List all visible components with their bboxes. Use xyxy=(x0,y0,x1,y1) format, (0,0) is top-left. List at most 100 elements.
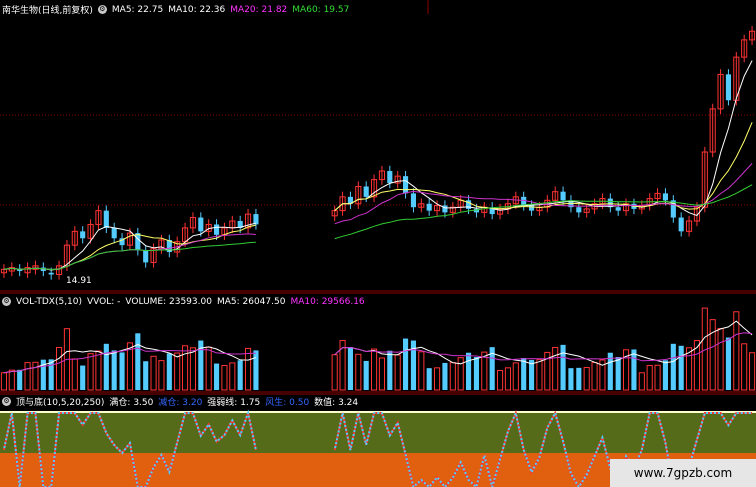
volume-bar xyxy=(654,364,661,391)
volume-bar xyxy=(48,359,54,390)
volume-bar xyxy=(56,346,63,391)
candle-down xyxy=(111,227,117,239)
vol-title: VOL-TDX(5,10) xyxy=(16,296,83,307)
volume-bar xyxy=(253,350,259,390)
candle-down xyxy=(560,191,566,201)
volume-bar xyxy=(552,346,559,391)
volume-bar xyxy=(355,353,362,391)
vvol-label: VVOL: - xyxy=(87,296,121,307)
volume-bar xyxy=(512,362,519,391)
ma20-line xyxy=(3,163,753,271)
full-position-label: 满仓: 3.50 xyxy=(109,398,154,408)
volume-bar xyxy=(733,311,740,391)
volume-bar xyxy=(466,352,472,390)
candle-down xyxy=(615,207,621,211)
volume-bar xyxy=(387,350,393,390)
volume-bar xyxy=(686,347,693,391)
volume-panel-header: ⚙ VOL-TDX(5,10) VVOL: - VOLUME: 23593.00… xyxy=(2,295,370,308)
ma5-line xyxy=(3,60,753,271)
ma10-label: MA10: 22.36 xyxy=(168,4,226,15)
volume-bar xyxy=(8,369,15,391)
ma60-line xyxy=(3,184,753,271)
volume-bar xyxy=(24,362,31,391)
volume-bar xyxy=(205,346,212,391)
volume-bar xyxy=(536,359,543,391)
volume-bar xyxy=(143,361,149,390)
settings-gear-icon[interactable]: ⚙ xyxy=(2,297,11,306)
volume-bar xyxy=(80,365,86,390)
volume-bar xyxy=(103,343,109,390)
candle-down xyxy=(135,233,141,251)
volume-bar xyxy=(615,357,621,390)
volume-bar xyxy=(576,367,582,390)
candle-down xyxy=(678,217,684,232)
ma10-line xyxy=(3,122,753,271)
volume-bar xyxy=(135,333,141,390)
indicator-title: 顶与底(10,5,20,250) xyxy=(16,398,105,408)
candle-down xyxy=(529,205,535,211)
volume-bar xyxy=(678,345,684,390)
volume-bar xyxy=(174,352,181,391)
main-panel-header: 南华生物(日线,前复权) ⚙ MA5: 22.75 MA10: 22.36 MA… xyxy=(2,3,354,17)
volume-bar xyxy=(449,362,456,391)
volume-bar xyxy=(87,353,94,391)
volume-bar xyxy=(529,359,535,390)
volume-bar xyxy=(331,354,338,391)
ma20-label: MA20: 21.82 xyxy=(230,4,288,15)
volume-bar xyxy=(158,360,165,391)
volume-bar xyxy=(568,368,574,390)
ma5-label: MA5: 22.75 xyxy=(111,4,164,15)
volume-bar xyxy=(670,343,676,390)
chart-canvas[interactable]: 14.91 xyxy=(0,0,756,487)
vol-ma10-label: MA10: 29566.16 xyxy=(290,296,365,307)
volume-bar xyxy=(457,357,464,391)
candle-down xyxy=(103,210,109,228)
volume-bar xyxy=(214,363,220,390)
volume-bar xyxy=(237,360,243,390)
indicator-panel-header: ⚙ 顶与底(10,5,20,250) 满仓: 3.50 减仓: 3.20 强弱线… xyxy=(2,395,363,408)
volume-bar xyxy=(638,372,645,391)
volume-bar xyxy=(473,357,479,390)
volume-bar xyxy=(347,347,353,390)
candle-down xyxy=(576,207,582,213)
candle-down xyxy=(725,74,731,101)
vol-ma5-label: MA5: 26047.50 xyxy=(216,296,286,307)
volume-bar xyxy=(150,355,157,391)
price-panel[interactable] xyxy=(0,26,756,280)
volume-bar xyxy=(521,357,527,390)
volume-panel[interactable] xyxy=(0,307,756,391)
reduce-position-label: 减仓: 3.20 xyxy=(158,398,203,408)
volume-bar xyxy=(741,343,748,391)
value-label: 数值: 3.24 xyxy=(314,398,359,408)
volume-bar xyxy=(0,372,7,391)
ma60-label: MA60: 19.57 xyxy=(292,4,350,15)
settings-gear-icon[interactable]: ⚙ xyxy=(2,397,11,406)
volume-bar xyxy=(497,369,504,391)
volume-bar xyxy=(442,362,448,390)
volume-bar xyxy=(709,319,716,391)
wind-label: 风生: 0.50 xyxy=(265,398,310,408)
candle-down xyxy=(662,193,668,201)
volume-bar xyxy=(189,347,196,391)
volume-bar xyxy=(363,360,369,390)
candle-down xyxy=(253,214,259,225)
candle-down xyxy=(48,272,54,275)
volume-bar xyxy=(504,367,511,391)
volume-bar xyxy=(583,367,590,391)
volume-bar xyxy=(95,350,102,391)
volume-bar xyxy=(166,353,172,390)
volume-bar xyxy=(434,367,441,391)
volume-bar xyxy=(749,352,756,391)
volume-bar xyxy=(591,362,598,391)
volume-bar xyxy=(646,365,653,391)
volume-bar xyxy=(371,348,378,391)
settings-gear-icon[interactable]: ⚙ xyxy=(97,5,107,14)
volume-bar xyxy=(182,345,189,391)
candle-down xyxy=(387,170,393,184)
volume-bar xyxy=(119,352,125,390)
candle-down xyxy=(363,186,369,197)
volume-bar xyxy=(221,365,228,391)
candle-down xyxy=(214,224,220,235)
volume-bar xyxy=(426,368,432,390)
low-price-label: 14.91 xyxy=(66,276,92,286)
